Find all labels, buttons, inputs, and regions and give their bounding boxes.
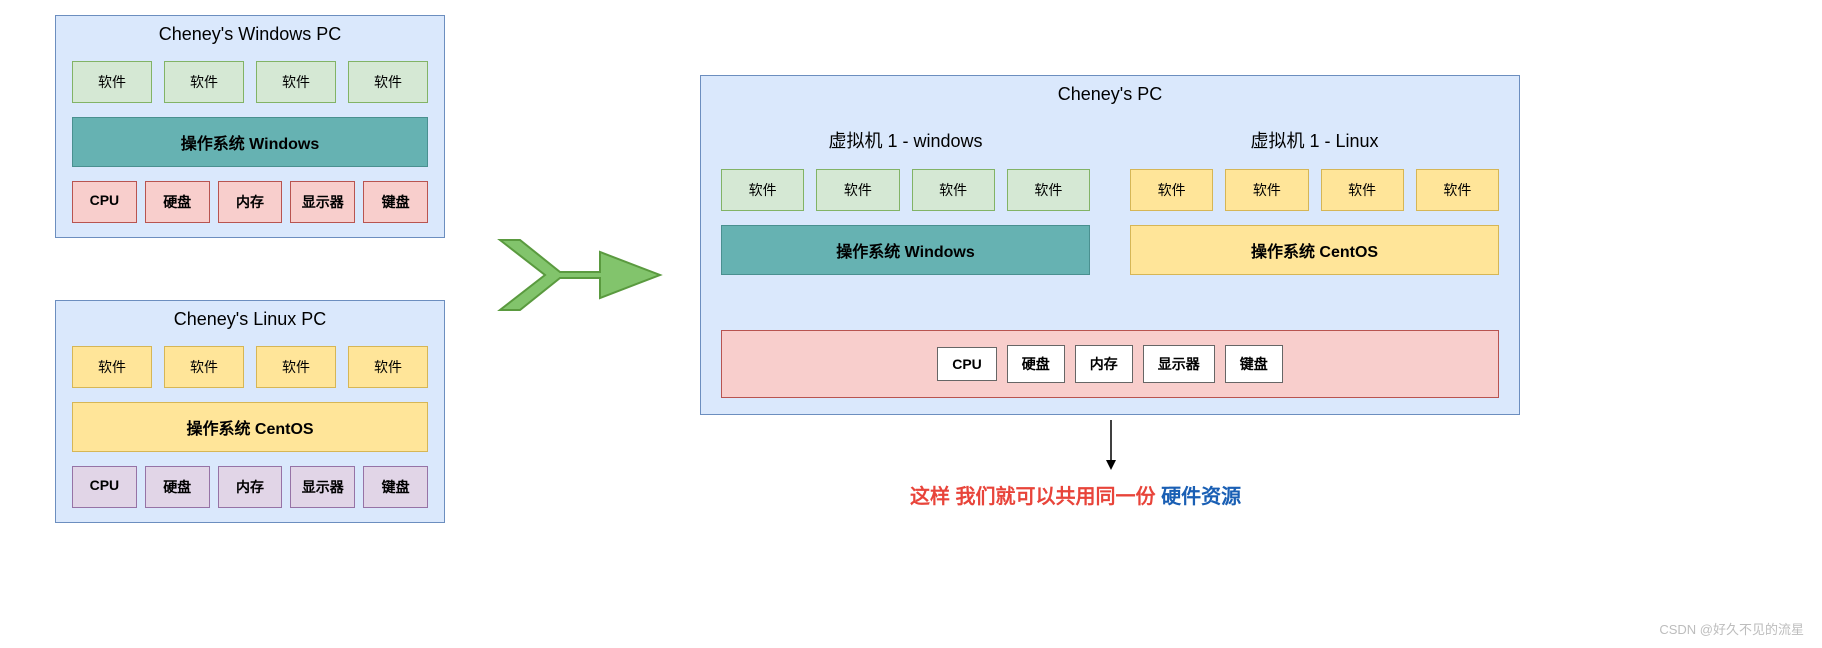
vm-linux-software-row: 软件 软件 软件 软件 [1130,163,1499,217]
hardware-item: CPU [72,181,137,223]
software-item: 软件 [348,346,428,388]
linux-pc-title: Cheney's Linux PC [56,301,444,334]
software-item: 软件 [1321,169,1404,211]
hardware-item: 显示器 [290,466,355,508]
down-arrow-icon [1104,420,1118,473]
caption-blue: 硬件资源 [1161,486,1241,508]
software-item: 软件 [1225,169,1308,211]
windows-os-bar: 操作系统 Windows [72,117,428,167]
linux-os-bar: 操作系统 CentOS [72,402,428,452]
cheneys-pc-title: Cheney's PC [701,76,1519,109]
windows-software-row: 软件 软件 软件 软件 [56,49,444,109]
linux-pc-container: Cheney's Linux PC 软件 软件 软件 软件 操作系统 CentO… [55,300,445,523]
vm-windows-os-bar: 操作系统 Windows [721,225,1090,275]
hardware-item: 键盘 [363,466,428,508]
vm-section: 虚拟机 1 - windows 软件 软件 软件 软件 操作系统 Windows… [701,121,1519,283]
hardware-item: 键盘 [363,181,428,223]
windows-pc-container: Cheney's Windows PC 软件 软件 软件 软件 操作系统 Win… [55,15,445,238]
hardware-item: CPU [937,347,997,381]
hardware-item: 键盘 [1225,345,1283,383]
transform-arrow-icon [490,230,670,325]
software-item: 软件 [816,169,899,211]
shared-hardware-bar: CPU 硬盘 内存 显示器 键盘 [721,330,1499,398]
software-item: 软件 [721,169,804,211]
vm-windows-software-row: 软件 软件 软件 软件 [721,163,1090,217]
software-item: 软件 [72,346,152,388]
hardware-item: 硬盘 [145,466,210,508]
software-item: 软件 [912,169,995,211]
linux-hardware-row: CPU 硬盘 内存 显示器 键盘 [56,460,444,522]
hardware-item: 显示器 [290,181,355,223]
software-item: 软件 [72,61,152,103]
windows-hardware-row: CPU 硬盘 内存 显示器 键盘 [56,175,444,237]
caption-red: 这样 我们就可以共用同一份 [910,486,1156,508]
cheneys-pc-container: Cheney's PC 虚拟机 1 - windows 软件 软件 软件 软件 … [700,75,1520,415]
vm-linux-os-bar: 操作系统 CentOS [1130,225,1499,275]
vm-linux-title: 虚拟机 1 - Linux [1130,121,1499,163]
caption-text: 这样 我们就可以共用同一份 硬件资源 [910,480,1241,509]
hardware-item: 内存 [1075,345,1133,383]
hardware-item: 内存 [218,181,283,223]
watermark-text: CSDN @好久不见的流星 [1659,619,1804,638]
software-item: 软件 [1416,169,1499,211]
hardware-item: CPU [72,466,137,508]
software-item: 软件 [1007,169,1090,211]
linux-software-row: 软件 软件 软件 软件 [56,334,444,394]
vm-linux-box: 虚拟机 1 - Linux 软件 软件 软件 软件 操作系统 CentOS [1130,121,1499,283]
hardware-item: 硬盘 [145,181,210,223]
vm-windows-box: 虚拟机 1 - windows 软件 软件 软件 软件 操作系统 Windows [721,121,1090,283]
software-item: 软件 [256,346,336,388]
hardware-item: 硬盘 [1007,345,1065,383]
hardware-item: 内存 [218,466,283,508]
software-item: 软件 [164,61,244,103]
windows-pc-title: Cheney's Windows PC [56,16,444,49]
software-item: 软件 [1130,169,1213,211]
software-item: 软件 [348,61,428,103]
software-item: 软件 [256,61,336,103]
hardware-item: 显示器 [1143,345,1215,383]
vm-windows-title: 虚拟机 1 - windows [721,121,1090,163]
software-item: 软件 [164,346,244,388]
